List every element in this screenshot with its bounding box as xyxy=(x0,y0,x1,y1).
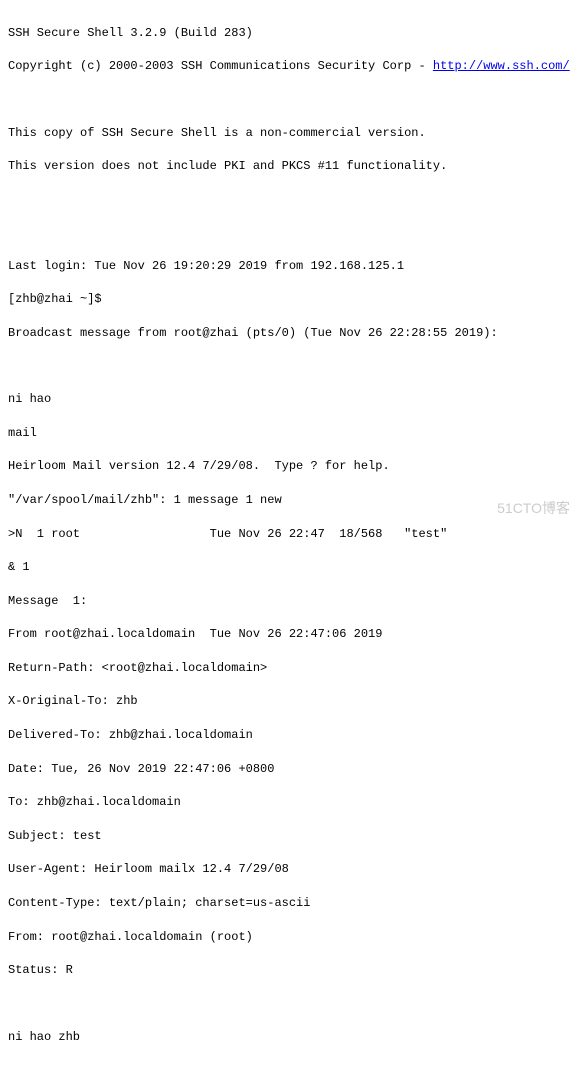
status-header: Status: R xyxy=(8,962,572,979)
mail-command: mail xyxy=(8,425,572,442)
return-path: Return-Path: <root@zhai.localdomain> xyxy=(8,660,572,677)
copyright-text: Copyright (c) 2000-2003 SSH Communicatio… xyxy=(8,59,433,73)
from-header: From: root@zhai.localdomain (root) xyxy=(8,929,572,946)
blank-line xyxy=(8,225,572,241)
date-header: Date: Tue, 26 Nov 2019 22:47:06 +0800 xyxy=(8,761,572,778)
user-agent-header: User-Agent: Heirloom mailx 12.4 7/29/08 xyxy=(8,861,572,878)
ssh-version: SSH Secure Shell 3.2.9 (Build 283) xyxy=(8,25,572,42)
terminal-output[interactable]: SSH Secure Shell 3.2.9 (Build 283) Copyr… xyxy=(8,8,572,1074)
broadcast-body: ni hao xyxy=(8,391,572,408)
subject-header: Subject: test xyxy=(8,828,572,845)
mail-prompt-1: & 1 xyxy=(8,559,572,576)
blank-line xyxy=(8,92,572,108)
from-line: From root@zhai.localdomain Tue Nov 26 22… xyxy=(8,626,572,643)
to-header: To: zhb@zhai.localdomain xyxy=(8,794,572,811)
blank-line xyxy=(8,192,572,208)
blank-line xyxy=(8,996,572,1012)
copyright-line: Copyright (c) 2000-2003 SSH Communicatio… xyxy=(8,58,572,75)
message-body: ni hao zhb xyxy=(8,1029,572,1046)
mail-list-item: >N 1 root Tue Nov 26 22:47 18/568 "test" xyxy=(8,526,572,543)
shell-prompt: [zhb@zhai ~]$ xyxy=(8,291,572,308)
blank-line xyxy=(8,1062,572,1074)
blank-line xyxy=(8,358,572,374)
content-type-header: Content-Type: text/plain; charset=us-asc… xyxy=(8,895,572,912)
message-header: Message 1: xyxy=(8,593,572,610)
mail-version: Heirloom Mail version 12.4 7/29/08. Type… xyxy=(8,458,572,475)
x-original-to: X-Original-To: zhb xyxy=(8,693,572,710)
notice-line-1: This copy of SSH Secure Shell is a non-c… xyxy=(8,125,572,142)
delivered-to: Delivered-To: zhb@zhai.localdomain xyxy=(8,727,572,744)
last-login: Last login: Tue Nov 26 19:20:29 2019 fro… xyxy=(8,258,572,275)
ssh-url-link[interactable]: http://www.ssh.com/ xyxy=(433,59,570,73)
broadcast-message: Broadcast message from root@zhai (pts/0)… xyxy=(8,325,572,342)
mail-spool-info: "/var/spool/mail/zhb": 1 message 1 new xyxy=(8,492,572,509)
notice-line-2: This version does not include PKI and PK… xyxy=(8,158,572,175)
